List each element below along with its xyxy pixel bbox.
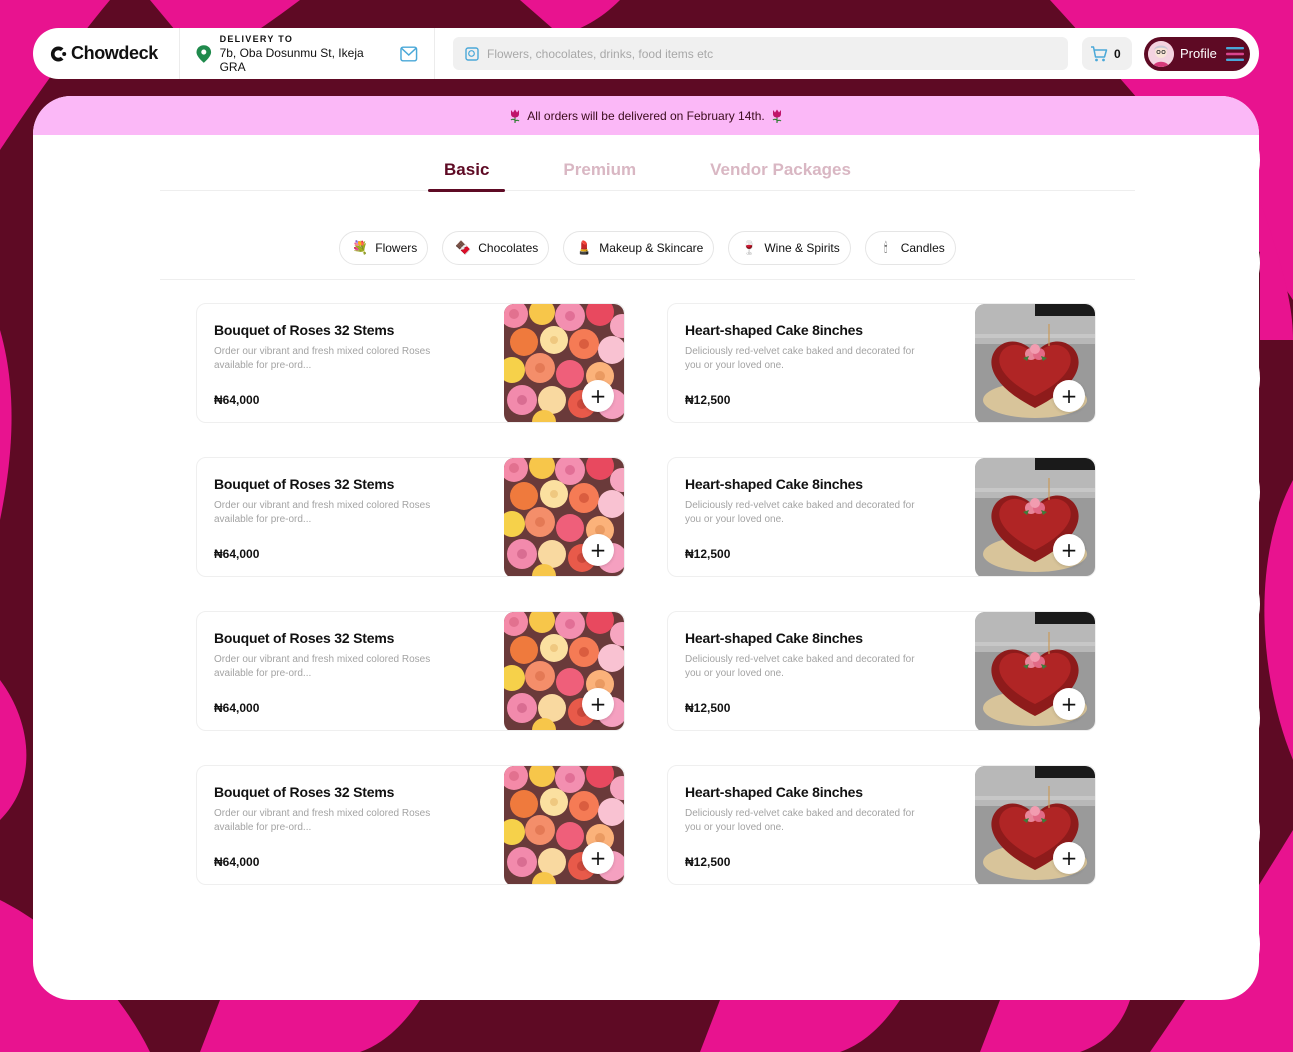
chowdeck-logo-icon [50,46,67,61]
product-price: ₦64,000 [214,547,260,561]
delivery-location[interactable]: DELIVERY TO 7b, Oba Dosunmu St, Ikeja GR… [180,28,435,79]
add-to-cart-button[interactable]: + [582,842,614,874]
product-description: Order our vibrant and fresh mixed colore… [214,808,431,833]
category-label: Wine & Spirits [764,240,840,255]
add-to-cart-button[interactable]: + [1053,688,1085,720]
product-description: Deliciously red-velvet cake baked and de… [685,654,915,679]
product-card[interactable]: Heart-shaped Cake 8inches Deliciously re… [667,765,1096,885]
tab-basic[interactable]: Basic [428,154,506,192]
profile-label: Profile [1180,46,1217,61]
product-description: Order our vibrant and fresh mixed colore… [214,654,431,679]
category-label: Makeup & Skincare [599,240,704,255]
product-title: Heart-shaped Cake 8inches [685,322,863,338]
plus-icon: + [1060,692,1078,716]
profile-button[interactable]: Profile [1144,36,1250,71]
category-label: Flowers [375,240,418,255]
tab-premium[interactable]: Premium [547,154,652,191]
tulip-icon [510,109,520,123]
change-location-icon[interactable] [400,45,418,63]
add-to-cart-button[interactable]: + [1053,534,1085,566]
cart-count: 0 [1114,46,1121,61]
wine-icon: 🍷 [741,239,758,255]
plus-icon: + [589,538,607,562]
product-title: Bouquet of Roses 32 Stems [214,784,395,800]
product-title: Heart-shaped Cake 8inches [685,784,863,800]
product-card[interactable]: Bouquet of Roses 32 Stems Order our vibr… [196,765,625,885]
product-price: ₦12,500 [685,855,731,869]
product-card[interactable]: Heart-shaped Cake 8inches Deliciously re… [667,303,1096,423]
product-description: Deliciously red-velvet cake baked and de… [685,808,915,833]
product-price: ₦64,000 [214,701,260,715]
brand-logo[interactable]: Chowdeck [33,28,180,79]
product-description: Deliciously red-velvet cake baked and de… [685,500,915,525]
search-input[interactable] [487,46,1047,61]
avatar [1148,40,1174,67]
category-chip-flowers[interactable]: 💐 Flowers [339,230,429,265]
lipstick-icon: 💄 [576,239,593,255]
plus-icon: + [589,384,607,408]
category-chip-chocolates[interactable]: 🍫 Chocolates [442,230,550,265]
category-chip-wine-spirits[interactable]: 🍷 Wine & Spirits [728,230,851,265]
category-chip-makeup-skincare[interactable]: 💄 Makeup & Skincare [563,230,715,265]
top-navbar: Chowdeck DELIVERY TO 7b, Oba Dosunmu St,… [33,28,1259,79]
category-chip-candles[interactable]: 🕯 Candles [864,230,956,265]
category-filters: 💐 Flowers 🍫 Chocolates 💄 Makeup & Skinca… [160,217,1135,280]
search-bar[interactable] [453,37,1068,70]
plus-icon: + [1060,384,1078,408]
product-card[interactable]: Heart-shaped Cake 8inches Deliciously re… [667,457,1096,577]
product-price: ₦12,500 [685,701,731,715]
announcement-banner: All orders will be delivered on February… [33,96,1259,135]
product-price: ₦64,000 [214,855,260,869]
package-tabs: Basic Premium Vendor Packages [160,154,1135,192]
product-card[interactable]: Bouquet of Roses 32 Stems Order our vibr… [196,303,625,423]
add-to-cart-button[interactable]: + [582,688,614,720]
plus-icon: + [589,692,607,716]
plus-icon: + [589,846,607,870]
product-title: Bouquet of Roses 32 Stems [214,322,395,338]
plus-icon: + [1060,538,1078,562]
search-icon [465,46,479,61]
brand-name: Chowdeck [71,43,158,63]
tab-vendor-packages[interactable]: Vendor Packages [694,154,867,191]
delivery-address: 7b, Oba Dosunmu St, Ikeja GRA [219,45,364,74]
product-price: ₦64,000 [214,393,260,407]
product-title: Heart-shaped Cake 8inches [685,630,863,646]
tulip-icon [772,109,782,123]
add-to-cart-button[interactable]: + [582,534,614,566]
product-description: Order our vibrant and fresh mixed colore… [214,500,431,525]
cart-button[interactable]: 0 [1082,37,1132,70]
add-to-cart-button[interactable]: + [1053,380,1085,412]
product-title: Bouquet of Roses 32 Stems [214,630,395,646]
product-card[interactable]: Bouquet of Roses 32 Stems Order our vibr… [196,611,625,731]
plus-icon: + [1060,846,1078,870]
delivery-label: DELIVERY TO [219,33,294,44]
flower-bouquet-icon: 💐 [352,239,369,255]
product-card[interactable]: Bouquet of Roses 32 Stems Order our vibr… [196,457,625,577]
cart-icon [1091,45,1108,61]
product-grid: Bouquet of Roses 32 Stems Order our vibr… [196,303,1096,885]
category-label: Chocolates [478,240,539,255]
product-card[interactable]: Heart-shaped Cake 8inches Deliciously re… [667,611,1096,731]
main-content: All orders will be delivered on February… [33,96,1259,1000]
product-title: Heart-shaped Cake 8inches [685,476,863,492]
menu-icon [1226,46,1244,61]
candle-icon: 🕯 [883,239,888,255]
product-price: ₦12,500 [685,547,731,561]
add-to-cart-button[interactable]: + [1053,842,1085,874]
avatar-face-icon [1148,40,1174,67]
product-title: Bouquet of Roses 32 Stems [214,476,395,492]
add-to-cart-button[interactable]: + [582,380,614,412]
product-description: Order our vibrant and fresh mixed colore… [214,346,431,371]
product-description: Deliciously red-velvet cake baked and de… [685,346,915,371]
chocolate-icon: 🍫 [455,239,472,255]
category-label: Candles [900,240,945,255]
location-pin-icon [196,44,212,63]
banner-text: All orders will be delivered on February… [527,108,765,123]
product-price: ₦12,500 [685,393,731,407]
